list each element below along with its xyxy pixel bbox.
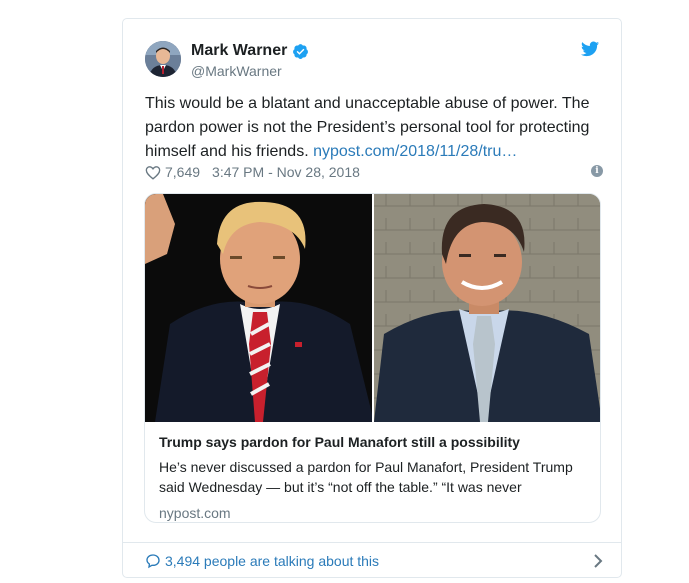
twitter-bird-icon[interactable]: [581, 41, 599, 57]
tweet-link[interactable]: nypost.com/2018/11/28/tru…: [313, 143, 517, 160]
tweet-meta: 7,649 3:47 PM - Nov 28, 2018 i: [145, 162, 603, 182]
avatar[interactable]: [145, 41, 181, 77]
card-image-right: [374, 194, 600, 422]
card-body: Trump says pardon for Paul Manafort stil…: [159, 432, 589, 521]
verified-badge-icon: [293, 43, 309, 59]
card-image-left: [145, 194, 374, 422]
info-icon[interactable]: i: [591, 165, 603, 177]
heart-icon[interactable]: [145, 165, 161, 180]
conversation-label[interactable]: 3,494 people are talking about this: [165, 553, 379, 569]
tweet-author[interactable]: Mark Warner @MarkWarner: [191, 41, 309, 79]
embedded-tweet: Mark Warner @MarkWarner This would be a …: [122, 18, 622, 578]
tweet-timestamp[interactable]: 3:47 PM - Nov 28, 2018: [212, 164, 360, 180]
author-name[interactable]: Mark Warner: [191, 42, 287, 60]
card-domain: nypost.com: [159, 505, 231, 521]
divider: [123, 542, 621, 543]
like-count[interactable]: 7,649: [165, 164, 200, 180]
card-title[interactable]: Trump says pardon for Paul Manafort stil…: [159, 432, 589, 452]
card-images: [145, 194, 600, 422]
speech-bubble-icon: [146, 554, 160, 569]
chevron-right-icon[interactable]: [593, 554, 603, 568]
link-card[interactable]: Trump says pardon for Paul Manafort stil…: [144, 193, 601, 523]
tweet-text: This would be a blatant and unacceptable…: [145, 92, 605, 164]
author-handle[interactable]: @MarkWarner: [191, 63, 309, 79]
conversation-link[interactable]: 3,494 people are talking about this: [145, 550, 603, 572]
card-description: He’s never discussed a pardon for Paul M…: [159, 459, 573, 495]
